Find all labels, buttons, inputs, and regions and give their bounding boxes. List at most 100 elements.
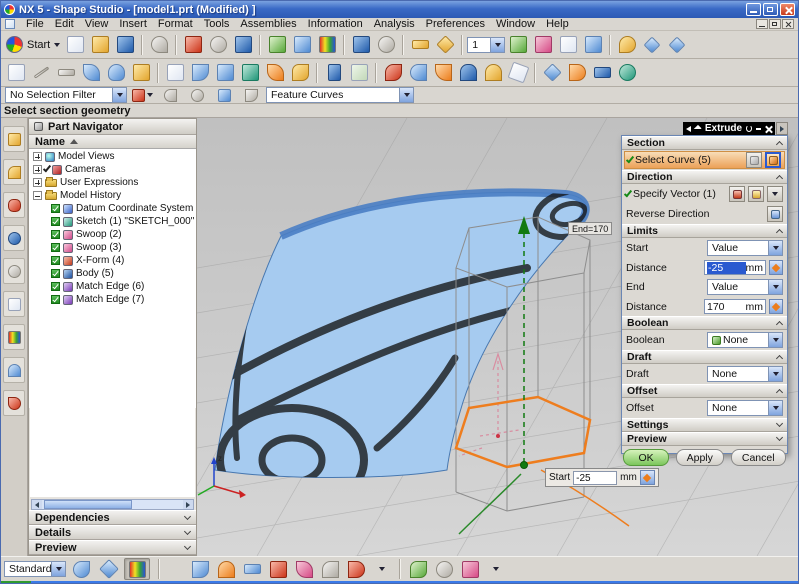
wave-surface-button[interactable] bbox=[406, 557, 430, 581]
tree-item-model-history[interactable]: Model History bbox=[29, 189, 196, 202]
vector-options-button[interactable] bbox=[767, 186, 783, 202]
end-distance-field[interactable]: 170 mm bbox=[704, 299, 766, 314]
menu-information[interactable]: Information bbox=[308, 18, 363, 30]
menu-edit[interactable]: Edit bbox=[55, 18, 74, 30]
sketch-section-button[interactable] bbox=[746, 152, 762, 168]
dialog-close-icon[interactable] bbox=[765, 125, 772, 133]
save-button[interactable] bbox=[113, 33, 137, 57]
visibility-checkbox[interactable] bbox=[51, 269, 60, 278]
surface-curvature-button[interactable] bbox=[292, 557, 316, 581]
open-button[interactable] bbox=[88, 33, 112, 57]
curve-hook-button[interactable] bbox=[239, 87, 263, 103]
selected-section-curve[interactable] bbox=[456, 397, 590, 467]
line-button[interactable] bbox=[29, 61, 53, 85]
limits-group-header[interactable]: Limits bbox=[622, 224, 787, 238]
preview-section[interactable]: Preview bbox=[29, 540, 196, 555]
title-bar[interactable]: NX 5 - Shape Studio - [model1.prt (Modif… bbox=[1, 1, 798, 18]
four-point-surface-button[interactable] bbox=[163, 61, 187, 85]
work-layer-caret[interactable] bbox=[490, 38, 504, 52]
orient-trimetric-button[interactable] bbox=[290, 33, 314, 57]
studio-surface-button[interactable] bbox=[381, 61, 405, 85]
analysis-options-button[interactable] bbox=[370, 557, 394, 581]
scrollbar-thumb[interactable] bbox=[44, 500, 132, 509]
visualization-button[interactable] bbox=[3, 324, 25, 350]
static-wireframe-button[interactable] bbox=[96, 558, 122, 580]
menu-file[interactable]: File bbox=[26, 18, 44, 30]
extrude-dialog-titlebar[interactable]: Extrude bbox=[683, 122, 775, 135]
mdi-restore-button[interactable] bbox=[769, 19, 781, 29]
vector-constructor-button[interactable] bbox=[729, 186, 745, 202]
start-option-caret[interactable] bbox=[768, 241, 782, 255]
deselect-button[interactable] bbox=[158, 87, 182, 103]
studio-spline-button[interactable] bbox=[79, 61, 103, 85]
draft-group-header[interactable]: Draft bbox=[622, 350, 787, 364]
menu-help[interactable]: Help bbox=[546, 18, 569, 30]
reflection-lines-button[interactable] bbox=[240, 557, 264, 581]
menu-window[interactable]: Window bbox=[496, 18, 535, 30]
render-preset-dropdown[interactable]: Standard bbox=[4, 561, 66, 577]
end-option-dropdown[interactable]: Value bbox=[707, 279, 783, 295]
close-button[interactable] bbox=[780, 3, 795, 16]
boolean-caret[interactable] bbox=[768, 333, 782, 347]
render-preset-caret[interactable] bbox=[51, 562, 65, 576]
expand-icon[interactable] bbox=[33, 152, 42, 161]
more-tools-button[interactable] bbox=[484, 557, 508, 581]
tree-item-swoop-3[interactable]: Swoop (3) bbox=[29, 241, 196, 254]
highlight-button[interactable] bbox=[185, 87, 209, 103]
primitive-button[interactable] bbox=[540, 61, 564, 85]
tree-item-match-edge-7[interactable]: Match Edge (7) bbox=[29, 293, 196, 306]
through-curves-button[interactable] bbox=[406, 61, 430, 85]
section-box-button[interactable] bbox=[129, 61, 153, 85]
highlight-dome-button[interactable] bbox=[214, 557, 238, 581]
measure-distance-button[interactable] bbox=[408, 33, 432, 57]
offset-caret[interactable] bbox=[768, 401, 782, 415]
orient-view-button[interactable] bbox=[265, 33, 289, 57]
end-distance-stepper[interactable] bbox=[769, 299, 783, 314]
visibility-checkbox[interactable] bbox=[51, 243, 60, 252]
general-selection-button[interactable] bbox=[130, 87, 155, 103]
undo-button[interactable] bbox=[147, 33, 171, 57]
curve-comb-button[interactable] bbox=[318, 557, 342, 581]
details-section[interactable]: Details bbox=[29, 525, 196, 540]
section-group-header[interactable]: Section bbox=[622, 136, 787, 150]
dependencies-section[interactable]: Dependencies bbox=[29, 510, 196, 525]
tree-item-model-views[interactable]: Model Views bbox=[29, 150, 196, 163]
mdi-close-button[interactable] bbox=[782, 19, 794, 29]
swoop-surface[interactable] bbox=[215, 192, 587, 477]
bounded-plane-button[interactable] bbox=[347, 61, 371, 85]
swept-surface-button[interactable] bbox=[213, 61, 237, 85]
start-distance-field[interactable]: -25 mm bbox=[704, 260, 766, 275]
scroll-right-arrow[interactable] bbox=[183, 500, 193, 509]
start-limit-stepper[interactable] bbox=[640, 470, 655, 485]
tree-item-cameras[interactable]: Cameras bbox=[29, 163, 196, 176]
visibility-checkbox[interactable] bbox=[51, 295, 60, 304]
curve-select-button[interactable] bbox=[765, 152, 781, 168]
extrude-button[interactable] bbox=[322, 61, 346, 85]
reverse-direction-button[interactable] bbox=[767, 206, 783, 222]
curve-rule-caret[interactable] bbox=[399, 88, 413, 102]
tree-horizontal-scrollbar[interactable] bbox=[31, 499, 194, 510]
law-extension-button[interactable] bbox=[456, 61, 480, 85]
constraint-navigator-button[interactable] bbox=[3, 159, 25, 185]
curve-mesh-button[interactable] bbox=[188, 61, 212, 85]
dialog-back-icon[interactable] bbox=[686, 126, 691, 132]
direction-group-header[interactable]: Direction bbox=[622, 170, 787, 184]
zoom-button[interactable] bbox=[206, 33, 230, 57]
cancel-button[interactable]: Cancel bbox=[731, 449, 786, 466]
csys-button[interactable] bbox=[581, 33, 605, 57]
tree-item-match-edge-6[interactable]: Match Edge (6) bbox=[29, 280, 196, 293]
reverse-direction-row[interactable]: Reverse Direction bbox=[622, 204, 787, 224]
work-layer-dropdown[interactable]: 1 bbox=[467, 37, 505, 53]
end-option-caret[interactable] bbox=[768, 280, 782, 294]
assembly-navigator-button[interactable] bbox=[3, 126, 25, 152]
snap-toggle-button[interactable] bbox=[212, 87, 236, 103]
selection-filter-dropdown[interactable]: No Selection Filter bbox=[5, 87, 127, 103]
mdi-minimize-button[interactable] bbox=[756, 19, 768, 29]
mesh-grid-button[interactable] bbox=[238, 61, 262, 85]
face-analysis-button[interactable] bbox=[68, 558, 94, 580]
visibility-checkbox[interactable] bbox=[51, 230, 60, 239]
dialog-forward-button[interactable] bbox=[776, 122, 788, 135]
point-constructor-button[interactable] bbox=[531, 33, 555, 57]
grid-analysis-button[interactable] bbox=[266, 557, 290, 581]
tree-item-user-expressions[interactable]: User Expressions bbox=[29, 176, 196, 189]
